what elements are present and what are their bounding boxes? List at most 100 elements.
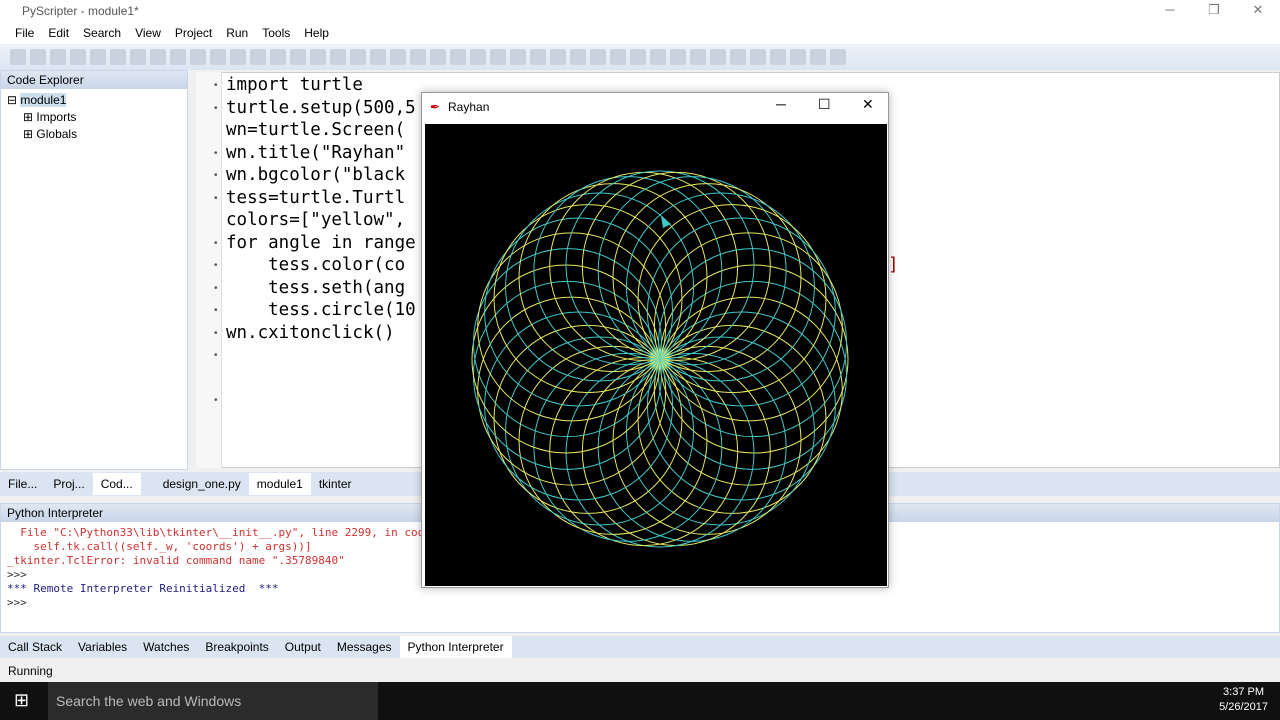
toolbar-button-icon[interactable] [270,49,286,65]
code-line: wn.cxitonclick() [226,322,395,343]
toolbar-button-icon[interactable] [630,49,646,65]
code-line: tess=turtle.Turtl [226,187,406,208]
toolbar-button-icon[interactable] [450,49,466,65]
taskbar: ⊞ Search the web and Windows 3:37 PM 5/2… [0,682,1280,720]
toolbar-button-icon[interactable] [210,49,226,65]
left-tab[interactable]: Cod... [92,473,141,495]
line-marker: • [214,192,218,204]
tree-item-module1[interactable]: ⊟ module1 [7,92,187,109]
menu-help[interactable]: Help [297,26,336,40]
clock-date[interactable]: 5/26/2017 [1219,700,1268,715]
toolbar-button-icon[interactable] [90,49,106,65]
tk-maximize-button[interactable]: ☐ [818,96,831,113]
code-explorer-panel: Code Explorer ⊟ module1 ⊞ Imports ⊞ Glob… [0,70,188,470]
toolbar-button-icon[interactable] [710,49,726,65]
code-line: tess.color(co [226,255,406,275]
toolbar-button-icon[interactable] [410,49,426,65]
line-marker: • [214,282,218,294]
taskbar-search[interactable]: Search the web and Windows [48,682,378,720]
toolbar-button-icon[interactable] [690,49,706,65]
code-line: turtle.setup(500,5 [226,97,416,118]
toolbar-button-icon[interactable] [250,49,266,65]
toolbar-button-icon[interactable] [570,49,586,65]
minimize-button[interactable]: ─ [1148,0,1192,22]
tree-item-globals[interactable]: ⊞ Globals [7,126,187,143]
toolbar-button-icon[interactable] [190,49,206,65]
toolbar-button-icon[interactable] [490,49,506,65]
toolbar-button-icon[interactable] [170,49,186,65]
turtle-canvas[interactable] [425,124,887,586]
bottom-tab[interactable]: Variables [70,636,135,658]
toolbar-button-icon[interactable] [230,49,246,65]
toolbar-button-icon[interactable] [430,49,446,65]
toolbar-button-icon[interactable] [390,49,406,65]
tk-minimize-button[interactable]: ─ [776,96,786,112]
code-line: for angle in range [226,232,416,253]
menu-search[interactable]: Search [76,26,128,40]
bottom-tab[interactable]: Breakpoints [197,636,276,658]
line-marker: • [214,147,218,159]
line-marker: • [214,237,218,249]
toolbar-button-icon[interactable] [330,49,346,65]
toolbar-button-icon[interactable] [110,49,126,65]
turtle-window: ✒ Rayhan ─ ☐ ✕ [421,92,889,588]
toolbar-button-icon[interactable] [530,49,546,65]
toolbar-button-icon[interactable] [810,49,826,65]
code-explorer-header: Code Explorer [1,71,187,89]
toolbar-button-icon[interactable] [790,49,806,65]
code-line: import turtle [226,75,363,95]
turtle-cursor-icon [661,216,671,228]
line-marker: • [214,102,218,114]
toolbar-button-icon[interactable] [130,49,146,65]
toolbar [0,44,1280,70]
menu-bar: File Edit Search View Project Run Tools Help [0,22,1280,44]
code-fragment: ] [888,255,899,275]
toolbar-button-icon[interactable] [670,49,686,65]
toolbar-button-icon[interactable] [290,49,306,65]
toolbar-button-icon[interactable] [590,49,606,65]
menu-tools[interactable]: Tools [255,26,297,40]
line-marker: • [214,80,218,91]
bottom-tab[interactable]: Output [277,636,329,658]
bottom-tab[interactable]: Python Interpreter [399,636,512,658]
left-tab[interactable]: Proj... [45,473,92,495]
tk-close-button[interactable]: ✕ [862,96,874,113]
close-button[interactable]: ✕ [1236,0,1280,22]
start-icon[interactable]: ⊞ [14,690,29,711]
menu-project[interactable]: Project [168,26,219,40]
code-text: import turtle turtle.setup(500,5 wn=turtle… [226,74,416,344]
toolbar-button-icon[interactable] [10,49,26,65]
toolbar-button-icon[interactable] [830,49,846,65]
toolbar-button-icon[interactable] [30,49,46,65]
menu-file[interactable]: File [8,26,41,40]
bottom-tab[interactable]: Watches [135,636,197,658]
toolbar-button-icon[interactable] [550,49,566,65]
toolbar-button-icon[interactable] [370,49,386,65]
toolbar-button-icon[interactable] [70,49,86,65]
line-marker: • [214,305,218,316]
maximize-button[interactable]: ❐ [1192,0,1236,22]
tree-item-imports[interactable]: ⊞ Imports [7,109,187,126]
toolbar-button-icon[interactable] [770,49,786,65]
menu-edit[interactable]: Edit [41,26,76,40]
menu-view[interactable]: View [128,26,168,40]
editor-tab[interactable]: design_one.py [155,473,249,495]
toolbar-button-icon[interactable] [470,49,486,65]
toolbar-button-icon[interactable] [730,49,746,65]
toolbar-button-icon[interactable] [150,49,166,65]
toolbar-button-icon[interactable] [350,49,366,65]
bottom-tab[interactable]: Call Stack [0,636,70,658]
clock-time[interactable]: 3:37 PM [1219,685,1268,700]
toolbar-button-icon[interactable] [510,49,526,65]
bottom-tab[interactable]: Messages [329,636,400,658]
editor-tab[interactable]: tkinter [311,473,360,495]
toolbar-button-icon[interactable] [750,49,766,65]
toolbar-button-icon[interactable] [650,49,666,65]
left-tab[interactable]: File... [0,473,45,495]
menu-run[interactable]: Run [219,26,255,40]
code-line: tess.circle(10 [226,300,416,320]
toolbar-button-icon[interactable] [50,49,66,65]
toolbar-button-icon[interactable] [310,49,326,65]
toolbar-button-icon[interactable] [610,49,626,65]
editor-tab[interactable]: module1 [248,473,311,495]
